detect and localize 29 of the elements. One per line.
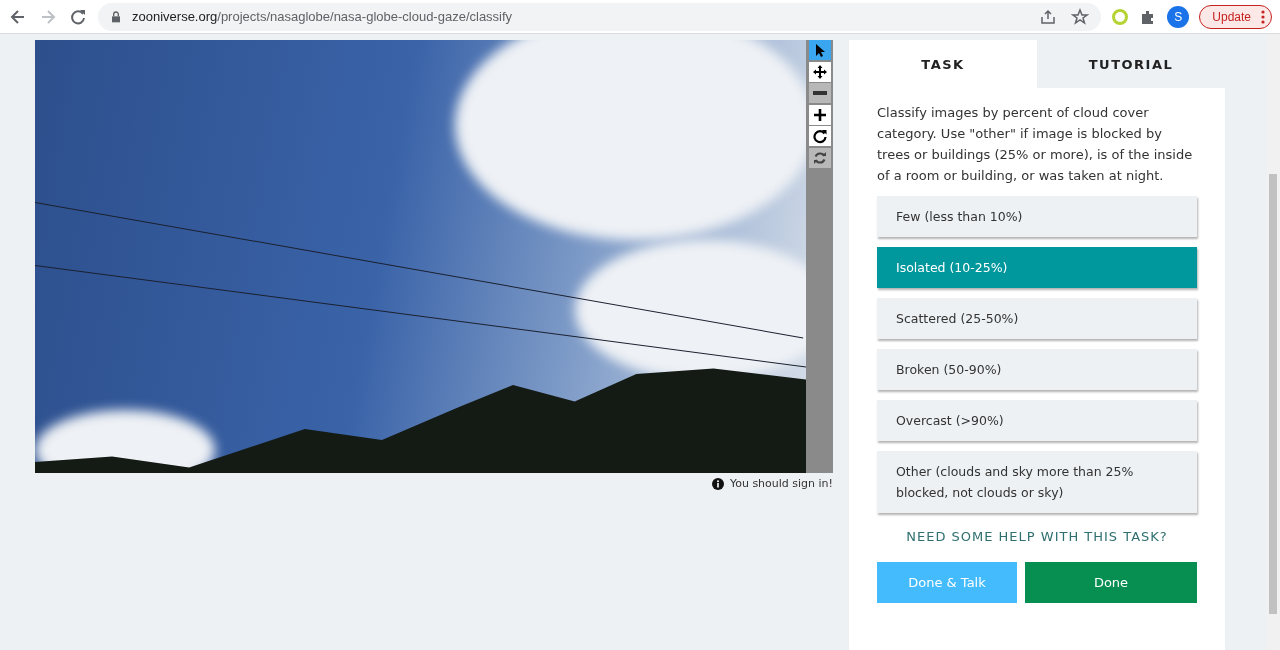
answer-option[interactable]: Few (less than 10%) <box>877 196 1197 237</box>
rotate-icon <box>811 128 828 144</box>
update-button[interactable]: Update <box>1199 4 1272 29</box>
help-link[interactable]: NEED SOME HELP WITH THIS TASK? <box>877 529 1197 544</box>
minus-icon <box>812 91 827 95</box>
share-icon[interactable] <box>1039 7 1058 26</box>
pointer-tool-button[interactable] <box>808 40 831 60</box>
move-tool-button[interactable] <box>808 61 831 82</box>
zoom-in-tool-button[interactable] <box>808 104 831 125</box>
panel-tab[interactable]: TUTORIAL <box>1037 40 1225 88</box>
kebab-icon <box>1261 9 1265 24</box>
url-text: zooniverse.org/projects/nasaglobe/nasa-globe-cloud-gaze/classify <box>132 9 513 24</box>
task-instruction: Classify images by percent of cloud cover category. Use "other" if image is blocked by trees or buildings (25% or more), is of the inside of a room or building, or was taken at night. <box>877 104 1194 185</box>
star-icon[interactable] <box>1071 7 1090 26</box>
answer-option[interactable]: Overcast (>90%) <box>877 400 1197 441</box>
rotate-tool-button[interactable] <box>808 126 831 146</box>
answer-option[interactable]: Other (clouds and sky more than 25% blocked, not clouds or sky) <box>877 451 1197 513</box>
refresh-icon <box>811 149 828 166</box>
answer-option[interactable]: Scattered (25-50%) <box>877 298 1197 339</box>
answer-option[interactable]: Isolated (10-25%) <box>877 247 1197 288</box>
lock-icon <box>110 9 122 24</box>
sign-in-notice: You should sign in! <box>729 477 833 490</box>
move-icon <box>811 63 828 80</box>
answer-option[interactable]: Broken (50-90%) <box>877 349 1197 390</box>
address-bar[interactable]: zooniverse.org/projects/nasaglobe/nasa-globe-cloud-gaze/classify <box>98 2 1102 31</box>
info-icon <box>711 477 724 490</box>
done-button[interactable]: Done <box>1025 562 1197 603</box>
profile-avatar[interactable]: S <box>1167 5 1190 28</box>
plus-icon <box>811 106 828 123</box>
